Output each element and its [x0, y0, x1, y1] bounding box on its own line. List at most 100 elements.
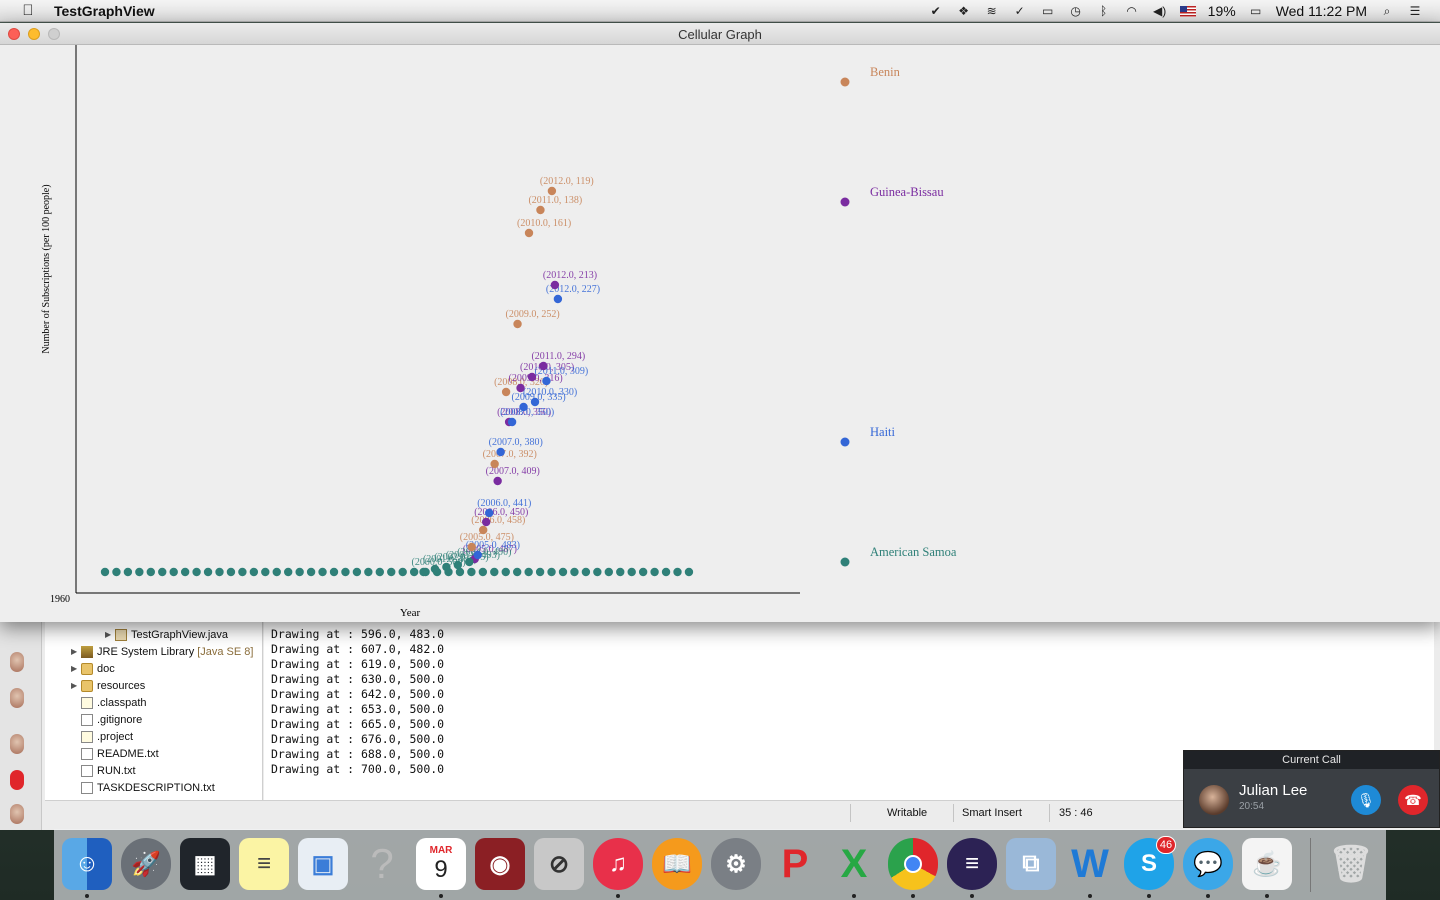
notification-center-icon[interactable]: ☰	[1404, 0, 1426, 22]
console-line: Drawing at : 653.0, 500.0	[271, 702, 445, 716]
explorer-item[interactable]: ▶ resources	[71, 677, 145, 694]
caller-avatar	[1199, 785, 1229, 815]
volume-icon[interactable]: ◀)	[1149, 0, 1171, 22]
bluetooth-icon[interactable]: ᛒ	[1093, 0, 1115, 22]
console-line: Drawing at : 700.0, 500.0	[271, 762, 445, 776]
system-preferences-icon[interactable]: ⚙	[711, 838, 761, 890]
text-file-icon	[81, 747, 93, 760]
contact-avatar[interactable]	[10, 688, 24, 708]
baseline-point	[398, 567, 407, 577]
annotation-layer: (2005.0, 475)(2006.0, 458)(2007.0, 392)(…	[412, 176, 601, 568]
wps-spreadsheet-icon[interactable]: X	[829, 838, 879, 890]
launchpad-icon[interactable]: 🚀	[121, 838, 171, 890]
explorer-item[interactable]: ▶ JRE System Library [Java SE 8]	[71, 643, 253, 660]
explorer-item[interactable]: .gitignore	[81, 711, 142, 728]
menu-clock[interactable]: Wed 11:22 PM	[1276, 3, 1367, 19]
legend-marker	[840, 77, 850, 87]
expand-triangle-icon[interactable]: ▶	[71, 664, 81, 673]
baseline-point	[570, 567, 579, 577]
current-call-popup: Current Call Julian Lee 20:54 🎙 ☎	[1183, 750, 1440, 828]
skype-contact-avatar[interactable]	[10, 770, 24, 790]
console-line: Drawing at : 630.0, 500.0	[271, 672, 445, 686]
disk-utility-icon[interactable]: ⊘	[534, 838, 584, 890]
data-point	[419, 567, 428, 577]
explorer-item-label: TestGraphView.java	[131, 628, 229, 641]
hang-up-button[interactable]: ☎	[1398, 785, 1428, 815]
itunes-icon[interactable]: ♫	[593, 838, 643, 890]
chrome-icon[interactable]	[888, 838, 938, 890]
data-point	[519, 402, 528, 412]
photo-booth-icon[interactable]: ◉	[475, 838, 525, 890]
legend-marker	[840, 197, 850, 207]
legend-marker	[840, 557, 850, 567]
finder-icon[interactable]: ☺	[62, 838, 112, 890]
x-tick-label: 1960	[50, 594, 70, 605]
explorer-item[interactable]: TASKDESCRIPTION.txt	[81, 779, 215, 796]
data-point	[490, 459, 499, 469]
explorer-item[interactable]: .classpath	[81, 694, 147, 711]
data-point	[524, 228, 534, 238]
contact-avatar[interactable]	[10, 652, 24, 672]
battery-percent: 19%	[1207, 3, 1236, 19]
mission-control-icon[interactable]: ▦	[180, 838, 230, 890]
explorer-item-label: RUN.txt	[97, 764, 136, 777]
window-titlebar[interactable]: Cellular Graph	[0, 23, 1440, 45]
battery-charging-icon[interactable]: ▭	[1245, 0, 1267, 22]
expand-triangle-icon[interactable]: ▶	[105, 630, 115, 639]
baseline-point	[558, 567, 568, 577]
explorer-item[interactable]: ▶ TestGraphView.java	[105, 626, 228, 643]
ibooks-icon[interactable]: 📖	[652, 838, 702, 890]
network-utility-icon[interactable]: ⧉	[1006, 838, 1056, 890]
explorer-item[interactable]: RUN.txt	[81, 762, 136, 779]
checkmark-circle-icon[interactable]: ✔	[925, 0, 947, 22]
baseline-point	[490, 567, 499, 577]
app-menu-name[interactable]: TestGraphView	[54, 3, 155, 19]
spotlight-search-icon[interactable]: ⌕	[1376, 0, 1398, 22]
data-point	[507, 417, 517, 427]
data-point	[430, 564, 440, 574]
data-point	[482, 517, 491, 527]
help-question-icon[interactable]: ?	[357, 838, 407, 890]
baseline-point	[547, 567, 556, 577]
eclipse-icon[interactable]: ≡	[947, 838, 997, 890]
wps-writer-icon[interactable]: W	[1065, 838, 1115, 890]
baseline-point	[318, 567, 327, 577]
messages-icon[interactable]: 💬	[1183, 838, 1233, 890]
wps-presentation-icon[interactable]: P	[770, 838, 820, 890]
folder-icon	[81, 662, 93, 675]
explorer-item-label: .classpath	[97, 696, 147, 709]
airplay-icon[interactable]: ▭	[1037, 0, 1059, 22]
preview-icon[interactable]: ▣	[298, 838, 348, 890]
baseline-point	[604, 567, 613, 577]
baseline-point	[341, 567, 350, 577]
calendar-icon[interactable]: MAR 9	[416, 838, 466, 890]
dropbox-icon[interactable]: ❖	[953, 0, 975, 22]
baseline-point	[593, 567, 602, 577]
stack-icon[interactable]: ≋	[981, 0, 1003, 22]
contact-avatar[interactable]	[10, 734, 24, 754]
explorer-item-suffix: [Java SE 8]	[197, 645, 254, 658]
explorer-item[interactable]: README.txt	[81, 745, 159, 762]
wifi-icon[interactable]: ◠	[1121, 0, 1143, 22]
java-file-icon	[115, 628, 127, 641]
task-check-icon[interactable]: ✓	[1009, 0, 1031, 22]
console-line: Drawing at : 607.0, 482.0	[271, 642, 445, 656]
trash-icon[interactable]: 🗑	[1326, 838, 1376, 890]
us-flag-input-icon[interactable]	[1177, 0, 1199, 22]
explorer-item-label: .project	[97, 730, 134, 743]
legend-label: Haiti	[870, 425, 896, 439]
expand-triangle-icon[interactable]: ▶	[71, 647, 81, 656]
baseline-point	[513, 567, 522, 577]
explorer-item[interactable]: .project	[81, 728, 133, 745]
expand-triangle-icon[interactable]: ▶	[71, 681, 81, 690]
legend-label: Benin	[870, 65, 901, 79]
contact-avatar[interactable]	[10, 804, 24, 824]
java-icon[interactable]: ☕	[1242, 838, 1292, 890]
time-machine-icon[interactable]: ◷	[1065, 0, 1087, 22]
apple-menu-icon[interactable]: 	[18, 0, 38, 22]
notes-icon[interactable]: ≡	[239, 838, 289, 890]
explorer-item[interactable]: ▶ doc	[71, 660, 115, 677]
call-duration: 20:54	[1239, 801, 1265, 812]
data-point	[493, 476, 502, 486]
microphone-button[interactable]: 🎙	[1351, 785, 1381, 815]
